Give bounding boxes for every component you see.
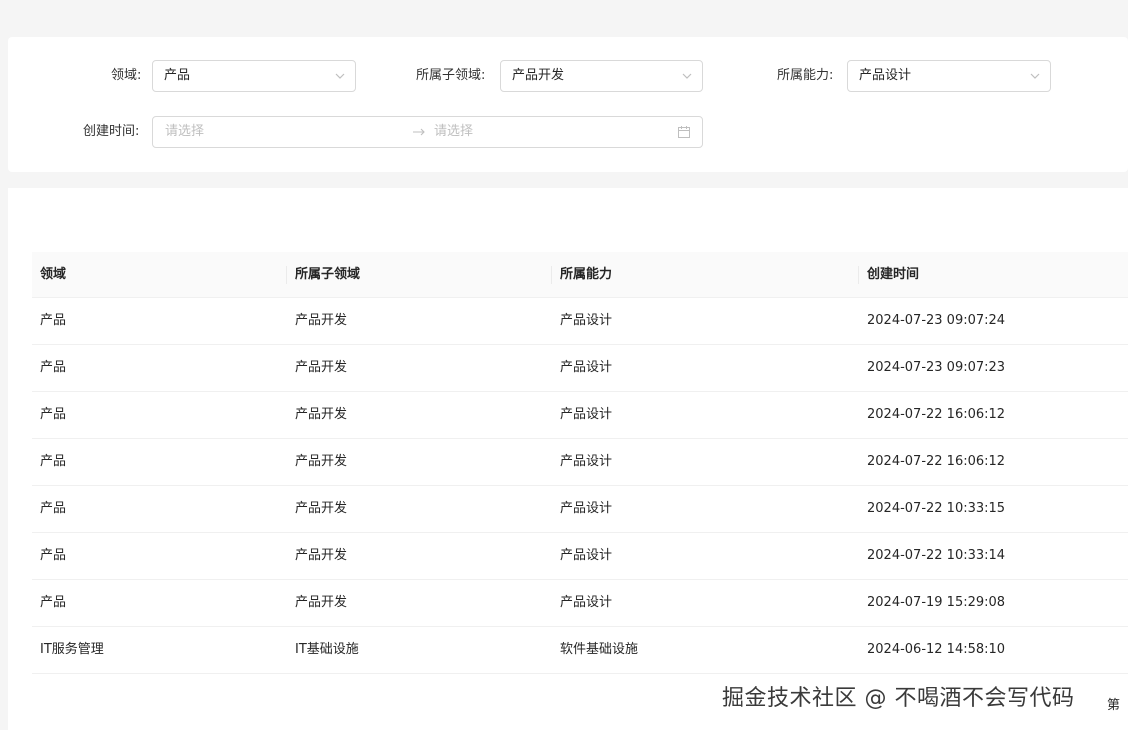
watermark: 掘金技术社区 @ 不喝酒不会写代码 <box>722 686 1075 711</box>
chevron-down-icon <box>1030 73 1040 79</box>
subdomain-select[interactable]: 产品开发 <box>500 60 703 92</box>
domain-label: 领域: <box>111 68 142 83</box>
cell-capability: 产品设计 <box>560 454 613 469</box>
chevron-down-icon <box>682 73 692 79</box>
calendar-icon <box>678 126 690 138</box>
cell-domain: 产品 <box>40 407 67 422</box>
cell-capability: 产品设计 <box>560 595 613 610</box>
cell-domain: 产品 <box>40 454 67 469</box>
table-header: 领域 所属子领域 所属能力 创建时间 <box>32 252 1128 298</box>
table-row[interactable]: 产品 产品开发 产品设计 2024-07-22 16:06:12 <box>32 439 1128 486</box>
table-row[interactable]: 产品 产品开发 产品设计 2024-07-22 16:06:12 <box>32 392 1128 439</box>
column-header-created-time: 创建时间 <box>867 267 920 282</box>
cell-subdomain: 产品开发 <box>295 313 348 328</box>
column-header-domain: 领域 <box>40 267 67 282</box>
column-divider <box>858 266 859 284</box>
cell-domain: 产品 <box>40 548 67 563</box>
cell-subdomain: 产品开发 <box>295 548 348 563</box>
column-divider <box>286 266 287 284</box>
cell-subdomain: 产品开发 <box>295 595 348 610</box>
table-row[interactable]: 产品 产品开发 产品设计 2024-07-22 10:33:14 <box>32 533 1128 580</box>
column-divider <box>551 266 552 284</box>
cell-subdomain: 产品开发 <box>295 501 348 516</box>
table-row[interactable]: IT服务管理 IT基础设施 软件基础设施 2024-06-12 14:58:10 <box>32 627 1128 674</box>
table-row[interactable]: 产品 产品开发 产品设计 2024-07-23 09:07:23 <box>32 345 1128 392</box>
cell-capability: 软件基础设施 <box>560 642 639 657</box>
cell-domain: 产品 <box>40 360 67 375</box>
range-end-input[interactable]: 请选择 <box>434 117 473 147</box>
arrow-right-icon <box>413 128 425 136</box>
cell-created-time: 2024-07-22 16:06:12 <box>867 407 1006 422</box>
cell-domain: 产品 <box>40 501 67 516</box>
capability-select-value: 产品设计 <box>859 68 912 83</box>
capability-select[interactable]: 产品设计 <box>847 60 1051 92</box>
cell-capability: 产品设计 <box>560 548 613 563</box>
subdomain-label: 所属子领域: <box>416 68 486 83</box>
table-row[interactable]: 产品 产品开发 产品设计 2024-07-22 10:33:15 <box>32 486 1128 533</box>
capability-label: 所属能力: <box>777 68 834 83</box>
cell-created-time: 2024-07-22 10:33:15 <box>867 501 1006 516</box>
pagination-text: 第 <box>1107 698 1121 713</box>
cell-created-time: 2024-07-19 15:29:08 <box>867 595 1006 610</box>
cell-capability: 产品设计 <box>560 407 613 422</box>
column-header-capability: 所属能力 <box>560 267 613 282</box>
table-row[interactable]: 产品 产品开发 产品设计 2024-07-23 09:07:24 <box>32 298 1128 345</box>
cell-created-time: 2024-07-23 09:07:23 <box>867 360 1006 375</box>
cell-created-time: 2024-07-22 16:06:12 <box>867 454 1006 469</box>
cell-domain: IT服务管理 <box>40 642 104 657</box>
created-time-range-picker[interactable]: 请选择 请选择 <box>152 116 703 148</box>
cell-subdomain: 产品开发 <box>295 360 348 375</box>
cell-capability: 产品设计 <box>560 360 613 375</box>
cell-created-time: 2024-07-23 09:07:24 <box>867 313 1006 328</box>
domain-select-value: 产品 <box>164 68 191 83</box>
subdomain-select-value: 产品开发 <box>512 68 565 83</box>
cell-subdomain: 产品开发 <box>295 454 348 469</box>
cell-domain: 产品 <box>40 595 67 610</box>
table-row[interactable]: 产品 产品开发 产品设计 2024-07-19 15:29:08 <box>32 580 1128 627</box>
created-time-label: 创建时间: <box>83 124 140 139</box>
table-panel: 领域 所属子领域 所属能力 创建时间 产品 产品开发 产品设计 2024-07-… <box>8 188 1128 730</box>
cell-subdomain: 产品开发 <box>295 407 348 422</box>
cell-capability: 产品设计 <box>560 501 613 516</box>
column-header-subdomain: 所属子领域 <box>295 267 361 282</box>
cell-created-time: 2024-06-12 14:58:10 <box>867 642 1006 657</box>
cell-created-time: 2024-07-22 10:33:14 <box>867 548 1006 563</box>
domain-select[interactable]: 产品 <box>152 60 356 92</box>
chevron-down-icon <box>335 73 345 79</box>
range-start-input[interactable]: 请选择 <box>165 117 204 147</box>
cell-subdomain: IT基础设施 <box>295 642 359 657</box>
cell-capability: 产品设计 <box>560 313 613 328</box>
cell-domain: 产品 <box>40 313 67 328</box>
filter-panel: 领域: 产品 所属子领域: 产品开发 所属能力: 产品设计 创建时间: 请选择 … <box>8 37 1128 172</box>
